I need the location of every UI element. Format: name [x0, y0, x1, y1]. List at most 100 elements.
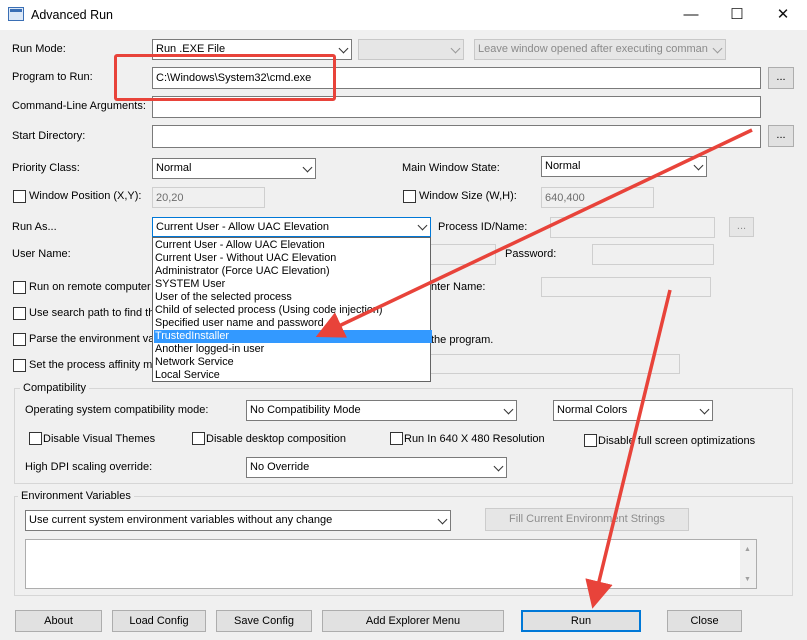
parse-env-checkbox[interactable] — [13, 333, 26, 346]
parse-env-label-right: the program. — [431, 334, 494, 346]
dpi-value: No Override — [250, 461, 310, 473]
process-browse-button[interactable]: ... — [729, 217, 754, 237]
main-window-state-select[interactable]: Normal — [541, 156, 707, 177]
run-640-label: Run In 640 X 480 Resolution — [404, 433, 545, 445]
minimize-icon[interactable]: — — [668, 0, 714, 30]
run-as-option[interactable]: Administrator (Force UAC Elevation) — [154, 265, 432, 278]
compatibility-group-title: Compatibility — [20, 382, 89, 394]
run-as-option[interactable]: Network Service — [154, 356, 432, 369]
window-position-checkbox[interactable] — [13, 190, 26, 203]
main-window-state-label: Main Window State: — [402, 162, 500, 174]
run-as-option[interactable]: Local Service — [154, 369, 432, 382]
leave-window-select[interactable]: Leave window opened after executing comm… — [474, 39, 726, 60]
window-size-input[interactable]: 640,400 — [541, 187, 654, 208]
save-config-button[interactable]: Save Config — [216, 610, 312, 632]
run-as-select[interactable]: Current User - Allow UAC Elevation — [152, 217, 431, 237]
password-input[interactable] — [592, 244, 714, 265]
chevron-down-icon — [417, 220, 428, 231]
run-as-option[interactable]: Specified user name and password — [154, 317, 432, 330]
start-dir-browse-button[interactable]: ... — [768, 125, 794, 147]
run-as-option[interactable]: Another logged-in user — [154, 343, 432, 356]
password-label: Password: — [505, 248, 557, 260]
search-path-checkbox[interactable] — [13, 307, 26, 320]
os-compat-select[interactable]: No Compatibility Mode — [246, 400, 517, 421]
disable-desktop-composition-checkbox[interactable] — [192, 432, 205, 445]
remote-computer-label: Run on remote computer — [29, 281, 151, 293]
start-dir-label: Start Directory: — [12, 130, 86, 142]
affinity-checkbox[interactable] — [13, 359, 26, 372]
scroll-down-icon[interactable]: ▼ — [744, 576, 751, 583]
window-position-input[interactable]: 20,20 — [152, 187, 265, 208]
chevron-down-icon — [302, 162, 313, 172]
colors-select[interactable]: Normal Colors — [553, 400, 713, 421]
dpi-select[interactable]: No Override — [246, 457, 507, 478]
user-name-label: User Name: — [12, 248, 71, 260]
run-as-option[interactable]: SYSTEM User — [154, 278, 432, 291]
os-compat-label: Operating system compatibility mode: — [25, 404, 209, 416]
priority-value: Normal — [156, 162, 192, 174]
close-button[interactable]: Close — [667, 610, 742, 632]
computer-name-label: nter Name: — [431, 281, 486, 293]
priority-select[interactable]: Normal — [152, 158, 316, 179]
disable-fullscreen-opt-checkbox[interactable] — [584, 434, 597, 447]
run-as-option[interactable]: Child of selected process (Using code in… — [154, 304, 432, 317]
run-as-option[interactable]: Current User - Allow UAC Elevation — [154, 239, 432, 252]
disable-visual-themes-label: Disable Visual Themes — [43, 433, 156, 445]
computer-name-input[interactable] — [541, 277, 711, 297]
scroll-up-icon[interactable]: ▲ — [744, 546, 751, 553]
environment-group-title: Environment Variables — [18, 490, 134, 502]
maximize-icon[interactable]: ☐ — [714, 0, 760, 30]
colors-value: Normal Colors — [557, 404, 628, 416]
run-as-label: Run As... — [12, 221, 57, 233]
remote-computer-checkbox[interactable] — [13, 281, 26, 294]
annotation-highlight-box — [114, 54, 336, 101]
program-label: Program to Run: — [12, 71, 93, 83]
chevron-down-icon — [450, 43, 461, 53]
env-mode-select[interactable]: Use current system environment variables… — [25, 510, 451, 531]
window-size-checkbox[interactable] — [403, 190, 416, 203]
about-button[interactable]: About — [15, 610, 102, 632]
disable-visual-themes-checkbox[interactable] — [29, 432, 42, 445]
chevron-down-icon — [712, 43, 723, 53]
program-browse-button[interactable]: ... — [768, 67, 794, 89]
run-as-value: Current User - Allow UAC Elevation — [156, 221, 330, 233]
chevron-down-icon — [493, 461, 504, 471]
chevron-down-icon — [693, 160, 704, 170]
process-id-label: Process ID/Name: — [438, 221, 528, 233]
disable-fullscreen-opt-label: Disable full screen optimizations — [598, 435, 756, 447]
run-button[interactable]: Run — [521, 610, 641, 632]
start-dir-input[interactable] — [152, 125, 761, 148]
run-as-option-selected[interactable]: TrustedInstaller — [154, 330, 432, 343]
user-name-input[interactable] — [430, 244, 496, 265]
run-640-checkbox[interactable] — [390, 432, 403, 445]
load-config-button[interactable]: Load Config — [112, 610, 206, 632]
window-title: Advanced Run — [31, 8, 114, 22]
env-strings-textarea[interactable] — [25, 539, 757, 589]
run-mode-label: Run Mode: — [12, 43, 66, 55]
run-as-dropdown-list[interactable]: Current User - Allow UAC Elevation Curre… — [152, 237, 432, 382]
run-as-option[interactable]: User of the selected process — [154, 291, 432, 304]
chevron-down-icon — [437, 514, 448, 524]
priority-label: Priority Class: — [12, 162, 80, 174]
run-mode-secondary-select[interactable] — [358, 39, 464, 60]
app-icon — [8, 7, 24, 21]
chevron-down-icon — [503, 404, 514, 414]
window-position-label: Window Position (X,Y): — [29, 190, 142, 202]
cmdline-label: Command-Line Arguments: — [12, 100, 146, 112]
affinity-label: Set the process affinity m — [29, 359, 153, 371]
main-window-state-value: Normal — [545, 160, 581, 172]
chevron-down-icon — [699, 404, 710, 414]
process-id-input[interactable] — [550, 217, 715, 238]
add-explorer-menu-button[interactable]: Add Explorer Menu — [322, 610, 504, 632]
parse-env-label: Parse the environment va — [29, 333, 155, 345]
close-icon[interactable]: ✕ — [760, 0, 806, 30]
run-as-option[interactable]: Current User - Without UAC Elevation — [154, 252, 432, 265]
fill-env-button[interactable]: Fill Current Environment Strings — [485, 508, 689, 531]
affinity-input[interactable] — [430, 354, 680, 374]
window-size-label: Window Size (W,H): — [419, 190, 517, 202]
disable-desktop-composition-label: Disable desktop composition — [206, 433, 347, 445]
os-compat-value: No Compatibility Mode — [250, 404, 361, 416]
search-path-label: Use search path to find th — [29, 307, 155, 319]
dpi-label: High DPI scaling override: — [25, 461, 153, 473]
env-mode-value: Use current system environment variables… — [29, 514, 333, 526]
